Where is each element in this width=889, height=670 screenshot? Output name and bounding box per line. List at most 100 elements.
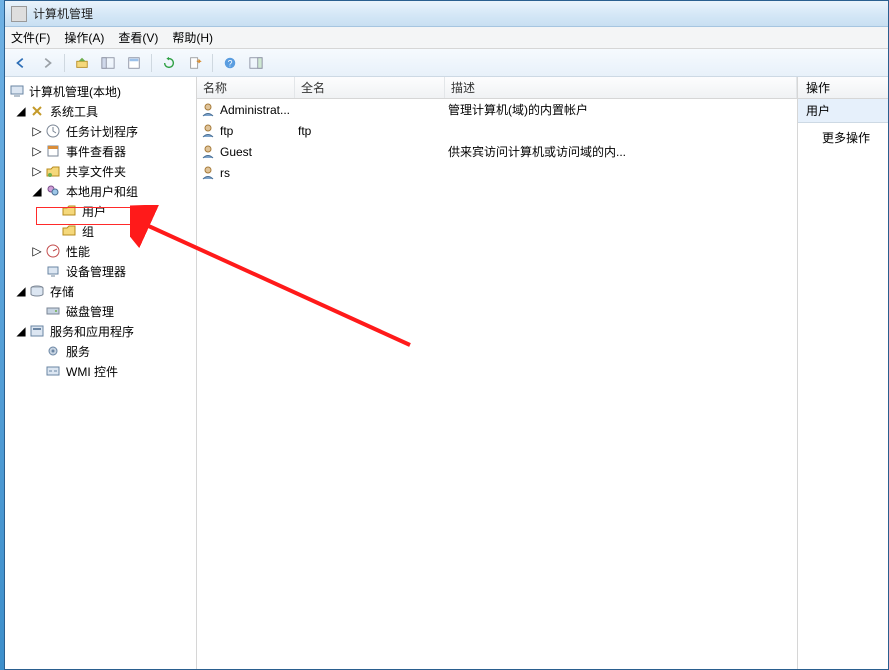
action-section-users: 用户 xyxy=(798,99,888,123)
tree-users[interactable]: 用户 xyxy=(5,201,196,221)
tree-device-manager[interactable]: 设备管理器 xyxy=(5,261,196,281)
user-icon xyxy=(200,123,216,139)
expand-icon[interactable]: ▷ xyxy=(31,145,43,157)
user-name: Guest xyxy=(220,145,298,159)
tree-label: WMI 控件 xyxy=(63,362,121,381)
column-fullname[interactable]: 全名 xyxy=(295,77,445,98)
titlebar: 计算机管理 xyxy=(5,1,888,27)
tree-label: 任务计划程序 xyxy=(63,122,141,141)
user-row[interactable]: Guest 供来宾访问计算机或访问域的内... xyxy=(197,141,797,162)
menu-help[interactable]: 帮助(H) xyxy=(172,29,213,46)
help-button[interactable]: ? xyxy=(218,52,242,74)
list-body[interactable]: Administrat... 管理计算机(域)的内置帐户 ftp ftp Gue… xyxy=(197,99,797,669)
user-icon xyxy=(200,144,216,160)
tree-label: 共享文件夹 xyxy=(63,162,129,181)
user-fullname: ftp xyxy=(298,124,448,138)
menu-action[interactable]: 操作(A) xyxy=(64,29,104,46)
forward-button[interactable] xyxy=(35,52,59,74)
tree-shared-folders[interactable]: ▷ 共享文件夹 xyxy=(5,161,196,181)
toolbar: ? xyxy=(5,49,888,77)
collapse-icon[interactable]: ◢ xyxy=(15,325,27,337)
event-viewer-icon xyxy=(45,143,61,159)
action-pane-header: 操作 xyxy=(798,77,888,99)
tree-label: 系统工具 xyxy=(47,102,101,121)
clock-icon xyxy=(45,123,61,139)
storage-icon xyxy=(29,283,45,299)
tree-label: 组 xyxy=(79,222,97,241)
properties-button[interactable] xyxy=(122,52,146,74)
window-title: 计算机管理 xyxy=(33,5,93,22)
expand-icon[interactable]: ▷ xyxy=(31,245,43,257)
toolbar-separator xyxy=(151,54,152,72)
tree-label: 磁盘管理 xyxy=(63,302,117,321)
user-description: 管理计算机(域)的内置帐户 xyxy=(448,101,794,118)
folder-icon xyxy=(61,203,77,219)
user-row[interactable]: rs xyxy=(197,162,797,183)
list-pane: 名称 全名 描述 Administrat... 管理计算机(域)的内置帐户 ft… xyxy=(197,77,798,669)
device-manager-icon xyxy=(45,263,61,279)
tree-event-viewer[interactable]: ▷ 事件查看器 xyxy=(5,141,196,161)
menubar: 文件(F) 操作(A) 查看(V) 帮助(H) xyxy=(5,27,888,49)
tree-performance[interactable]: ▷ 性能 xyxy=(5,241,196,261)
tree-disk-management[interactable]: 磁盘管理 xyxy=(5,301,196,321)
column-name[interactable]: 名称 xyxy=(197,77,295,98)
user-row[interactable]: Administrat... 管理计算机(域)的内置帐户 xyxy=(197,99,797,120)
refresh-button[interactable] xyxy=(157,52,181,74)
tree-root-computer-management[interactable]: 计算机管理(本地) xyxy=(5,81,196,101)
action-more-link[interactable]: 更多操作 xyxy=(798,123,888,152)
user-icon xyxy=(200,102,216,118)
expand-icon[interactable]: ▷ xyxy=(31,125,43,137)
action-pane-toggle-button[interactable] xyxy=(244,52,268,74)
collapse-icon[interactable]: ◢ xyxy=(15,285,27,297)
folder-icon xyxy=(61,223,77,239)
export-list-button[interactable] xyxy=(183,52,207,74)
tree-pane[interactable]: 计算机管理(本地) ◢ 系统工具 ▷ 任务计划程序 ▷ 事件查看器 ▷ xyxy=(5,77,197,669)
show-hide-tree-button[interactable] xyxy=(96,52,120,74)
shared-folder-icon xyxy=(45,163,61,179)
tree-groups[interactable]: 组 xyxy=(5,221,196,241)
expand-icon[interactable]: ▷ xyxy=(31,165,43,177)
tree-label: 事件查看器 xyxy=(63,142,129,161)
column-description[interactable]: 描述 xyxy=(445,77,797,98)
collapse-icon[interactable]: ◢ xyxy=(15,105,27,117)
wmi-icon xyxy=(45,363,61,379)
tree-label: 计算机管理(本地) xyxy=(29,83,121,100)
tree-services[interactable]: 服务 xyxy=(5,341,196,361)
app-icon xyxy=(11,6,27,22)
user-name: ftp xyxy=(220,124,298,138)
disk-icon xyxy=(45,303,61,319)
menu-view[interactable]: 查看(V) xyxy=(118,29,158,46)
user-icon xyxy=(200,165,216,181)
user-name: rs xyxy=(220,166,298,180)
toolbar-separator xyxy=(212,54,213,72)
services-apps-icon xyxy=(29,323,45,339)
toolbar-separator xyxy=(64,54,65,72)
user-description: 供来宾访问计算机或访问域的内... xyxy=(448,143,794,160)
tree-storage[interactable]: ◢ 存储 xyxy=(5,281,196,301)
tree-label: 服务和应用程序 xyxy=(47,322,137,341)
tree-services-apps[interactable]: ◢ 服务和应用程序 xyxy=(5,321,196,341)
users-groups-icon xyxy=(45,183,61,199)
collapse-icon[interactable]: ◢ xyxy=(31,185,43,197)
user-row[interactable]: ftp ftp xyxy=(197,120,797,141)
menu-file[interactable]: 文件(F) xyxy=(11,29,50,46)
tree-label: 存储 xyxy=(47,282,77,301)
tree-system-tools[interactable]: ◢ 系统工具 xyxy=(5,101,196,121)
tree-label: 用户 xyxy=(79,202,109,221)
tree-local-users-groups[interactable]: ◢ 本地用户和组 xyxy=(5,181,196,201)
tree-task-scheduler[interactable]: ▷ 任务计划程序 xyxy=(5,121,196,141)
content-panes: 计算机管理(本地) ◢ 系统工具 ▷ 任务计划程序 ▷ 事件查看器 ▷ xyxy=(5,77,888,669)
tools-icon xyxy=(29,103,45,119)
tree-label: 服务 xyxy=(63,342,93,361)
performance-icon xyxy=(45,243,61,259)
up-one-level-button[interactable] xyxy=(70,52,94,74)
user-name: Administrat... xyxy=(220,103,298,117)
gear-icon xyxy=(45,343,61,359)
computer-icon xyxy=(9,83,25,99)
tree-label: 性能 xyxy=(63,242,93,261)
tree-label: 本地用户和组 xyxy=(63,182,141,201)
tree-wmi-control[interactable]: WMI 控件 xyxy=(5,361,196,381)
back-button[interactable] xyxy=(9,52,33,74)
svg-text:?: ? xyxy=(228,58,233,68)
tree-label: 设备管理器 xyxy=(63,262,129,281)
